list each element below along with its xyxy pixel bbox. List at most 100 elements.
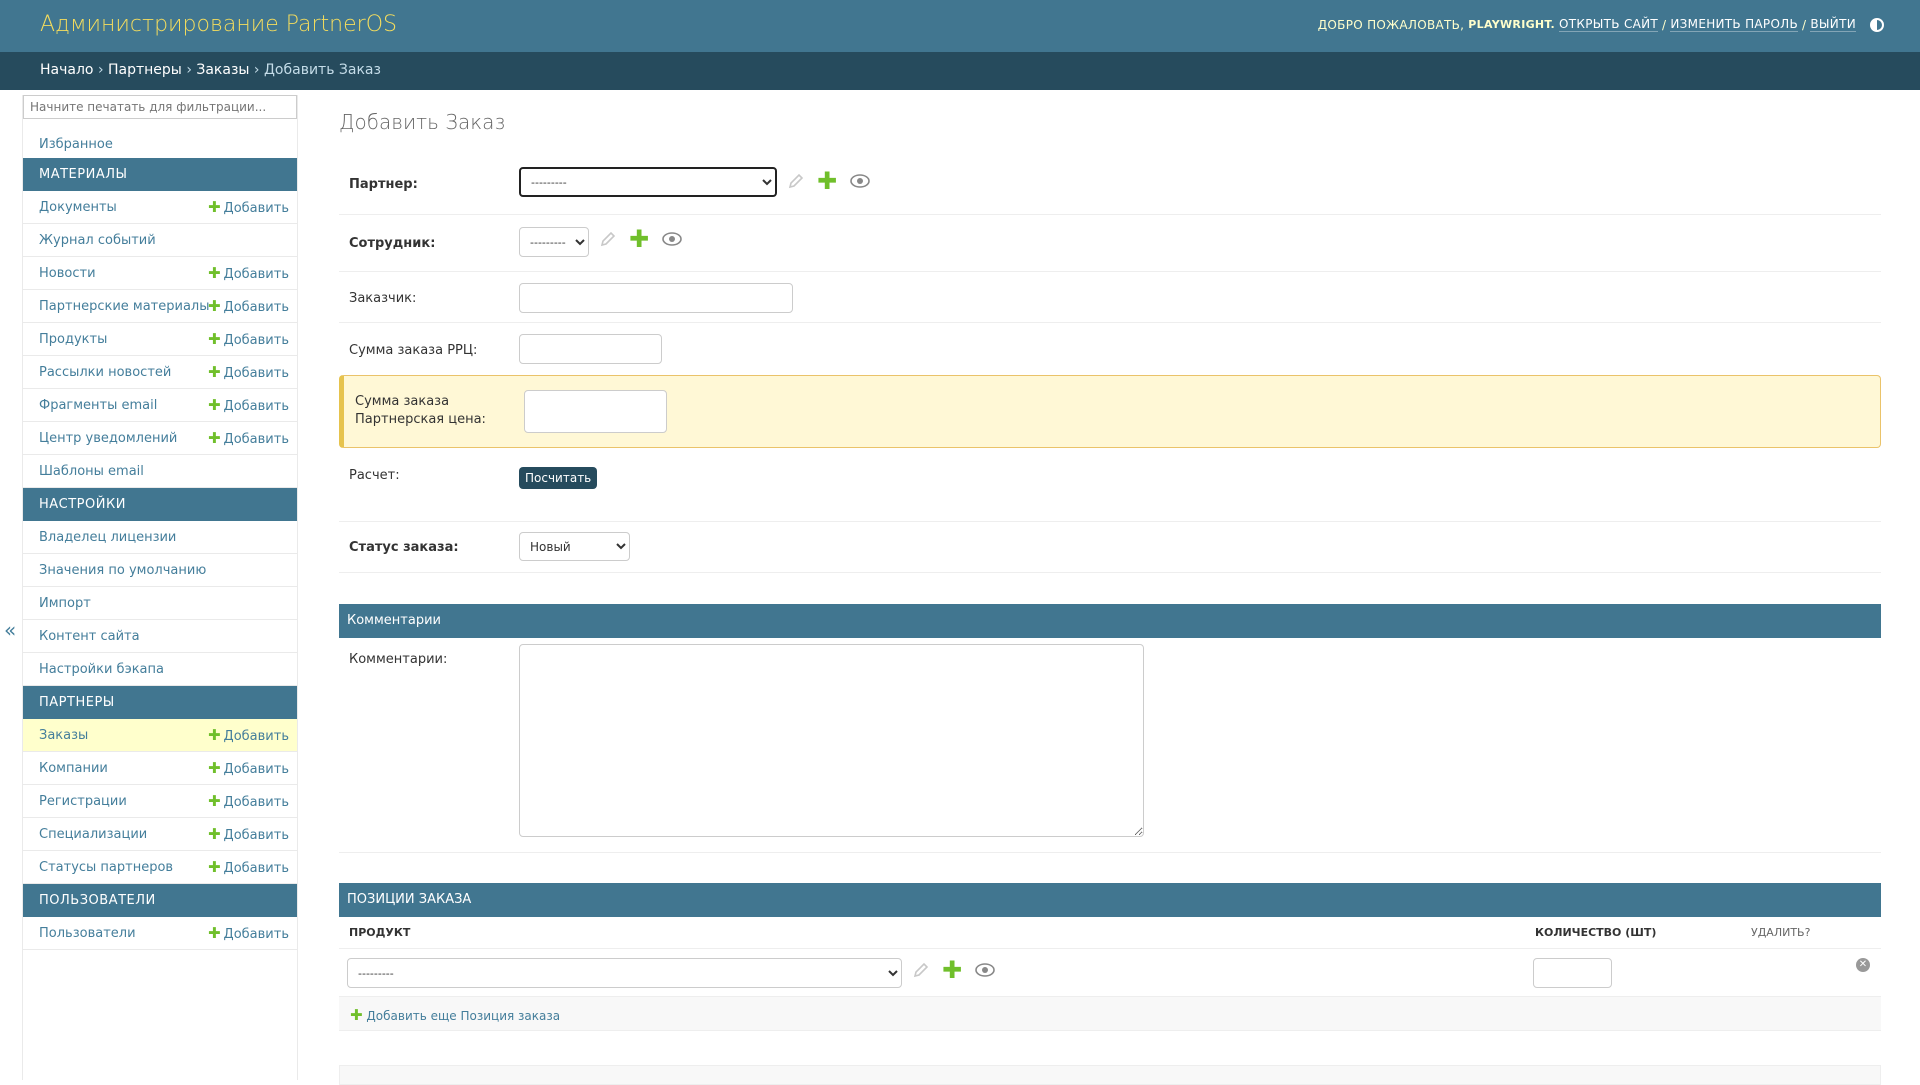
sidebar-add-link[interactable]: ✚ Добавить: [208, 323, 289, 357]
sidebar-item-link[interactable]: Партнерские материалы: [39, 299, 209, 314]
sidebar-add-link[interactable]: ✚ Добавить: [208, 719, 289, 753]
sidebar-add-label: Добавить: [223, 399, 289, 414]
calculate-button[interactable]: Посчитать: [519, 467, 598, 489]
rrp-input[interactable]: [519, 334, 662, 364]
plus-icon: ✚: [207, 726, 221, 744]
sidebar-item-link[interactable]: Заказы: [39, 728, 88, 743]
sidebar-add-link[interactable]: ✚ Добавить: [208, 752, 289, 786]
sidebar-item: Новости ✚ Добавить: [23, 257, 297, 290]
pencil-icon[interactable]: [599, 230, 617, 248]
plus-icon: ✚: [207, 792, 221, 810]
plus-icon: ✚: [207, 396, 221, 414]
site-name[interactable]: Администрирование PartnerOS: [40, 12, 397, 37]
breadcrumb-partners[interactable]: Партнеры: [108, 62, 182, 78]
status-row: Статус заказа: Новый: [339, 522, 1881, 573]
plus-icon[interactable]: ✚: [942, 958, 962, 982]
sidebar-item-link[interactable]: Регистрации: [39, 794, 127, 809]
sidebar-add-link[interactable]: ✚ Добавить: [208, 422, 289, 456]
sidebar-add-link[interactable]: ✚ Добавить: [208, 851, 289, 885]
sidebar-item-link[interactable]: Компании: [39, 761, 108, 776]
sidebar-item: Регистрации ✚ Добавить: [23, 785, 297, 818]
sidebar-item: Рассылки новостей ✚ Добавить: [23, 356, 297, 389]
sidebar-group-caption[interactable]: Настройки: [23, 488, 297, 521]
employee-row: Сотрудник: --------- ✚: [339, 215, 1881, 272]
sidebar-group-caption[interactable]: Партнеры: [23, 686, 297, 719]
breadcrumb-home[interactable]: Начало: [40, 62, 93, 78]
sidebar-item-link[interactable]: Центр уведомлений: [39, 431, 177, 446]
eye-icon[interactable]: [974, 961, 996, 979]
customer-label: Заказчик:: [349, 291, 417, 306]
delete-icon[interactable]: ✕: [1856, 958, 1870, 972]
sidebar-add-label: Добавить: [223, 828, 289, 843]
collapse-sidebar-button[interactable]: «: [4, 618, 16, 642]
sidebar-add-link[interactable]: ✚ Добавить: [208, 818, 289, 852]
add-another-position-link[interactable]: ✚ Добавить еще Позиция заказа: [350, 1006, 560, 1024]
calc-label: Расчет:: [349, 468, 400, 483]
sidebar-item-link[interactable]: Специализации: [39, 827, 147, 842]
sidebar-item: Центр уведомлений ✚ Добавить: [23, 422, 297, 455]
theme-toggle-icon[interactable]: [1870, 17, 1884, 32]
sidebar-add-link[interactable]: ✚ Добавить: [208, 917, 289, 951]
sidebar-item-link[interactable]: Документы: [39, 200, 117, 215]
sidebar-add-link[interactable]: ✚ Добавить: [208, 257, 289, 291]
partner-price-label-line1: Сумма заказа: [355, 394, 450, 409]
breadcrumb-orders[interactable]: Заказы: [196, 62, 249, 78]
sidebar-item-link[interactable]: Фрагменты email: [39, 398, 157, 413]
sidebar-item-link[interactable]: Настройки бэкапа: [39, 662, 164, 677]
sidebar-item-link[interactable]: Новости: [39, 266, 96, 281]
plus-icon[interactable]: ✚: [817, 169, 837, 193]
sidebar-add-link[interactable]: ✚ Добавить: [208, 356, 289, 390]
sidebar-item-link[interactable]: Пользователи: [39, 926, 136, 941]
sidebar-item-link[interactable]: Владелец лицензии: [39, 530, 176, 545]
logout-link[interactable]: Выйти: [1810, 17, 1856, 32]
pencil-icon[interactable]: [912, 961, 930, 979]
sidebar-group-caption[interactable]: Материалы: [23, 158, 297, 191]
col-product-header: Продукт: [349, 926, 411, 939]
sidebar-item-link[interactable]: Статусы партнеров: [39, 860, 173, 875]
pencil-icon[interactable]: [787, 172, 805, 190]
sidebar-item-link[interactable]: Шаблоны email: [39, 464, 144, 479]
product-select[interactable]: ---------: [347, 958, 902, 988]
comments-caption: Комментарии: [339, 604, 1881, 638]
sidebar-add-link[interactable]: ✚ Добавить: [208, 785, 289, 819]
comments-textarea[interactable]: [519, 644, 1144, 837]
user-tools: Добро пожаловать, playwright. Открыть са…: [1318, 17, 1884, 32]
employee-select[interactable]: ---------: [519, 227, 589, 257]
view-site-link[interactable]: Открыть сайт: [1559, 17, 1659, 32]
plus-icon: ✚: [207, 330, 221, 348]
plus-icon: ✚: [207, 297, 221, 315]
sidebar-item-link[interactable]: Импорт: [39, 596, 91, 611]
eye-icon[interactable]: [661, 230, 683, 248]
sidebar-item: Статусы партнеров ✚ Добавить: [23, 851, 297, 884]
plus-icon[interactable]: ✚: [629, 227, 649, 251]
sidebar-item-link[interactable]: Продукты: [39, 332, 107, 347]
rrp-row: Сумма заказа РРЦ:: [339, 323, 1881, 374]
sidebar-item: Компании ✚ Добавить: [23, 752, 297, 785]
plus-icon: ✚: [207, 759, 221, 777]
status-select[interactable]: Новый: [519, 532, 630, 561]
sidebar-group-caption[interactable]: Пользователи: [23, 884, 297, 917]
customer-input[interactable]: [519, 283, 793, 313]
quantity-input[interactable]: [1533, 958, 1612, 988]
sidebar-add-link[interactable]: ✚ Добавить: [208, 290, 289, 324]
partner-price-input[interactable]: [524, 390, 667, 433]
sidebar-item-favorites[interactable]: Избранное: [23, 128, 297, 161]
partner-related-actions: ✚: [787, 169, 871, 193]
sidebar-item-link[interactable]: Значения по умолчанию: [39, 563, 206, 578]
sidebar-item-link[interactable]: Рассылки новостей: [39, 365, 171, 380]
sidebar-item: Журнал событий: [23, 224, 297, 257]
breadcrumb-separator: ›: [253, 62, 260, 78]
sidebar-item-link[interactable]: Журнал событий: [39, 233, 156, 248]
partner-select[interactable]: ---------: [519, 167, 777, 197]
change-password-link[interactable]: Изменить пароль: [1670, 17, 1799, 32]
table-row: --------- ✚ ✕: [339, 949, 1881, 997]
sidebar-filter-input[interactable]: [23, 95, 297, 119]
col-qty-header: Количество (шт): [1535, 926, 1657, 939]
sidebar-item: Контент сайта: [23, 620, 297, 653]
sidebar-add-label: Добавить: [223, 333, 289, 348]
sidebar-add-link[interactable]: ✚ Добавить: [208, 191, 289, 225]
sidebar-add-link[interactable]: ✚ Добавить: [208, 389, 289, 423]
eye-icon[interactable]: [849, 172, 871, 190]
plus-icon: ✚: [207, 198, 221, 216]
sidebar-item-link[interactable]: Контент сайта: [39, 629, 140, 644]
